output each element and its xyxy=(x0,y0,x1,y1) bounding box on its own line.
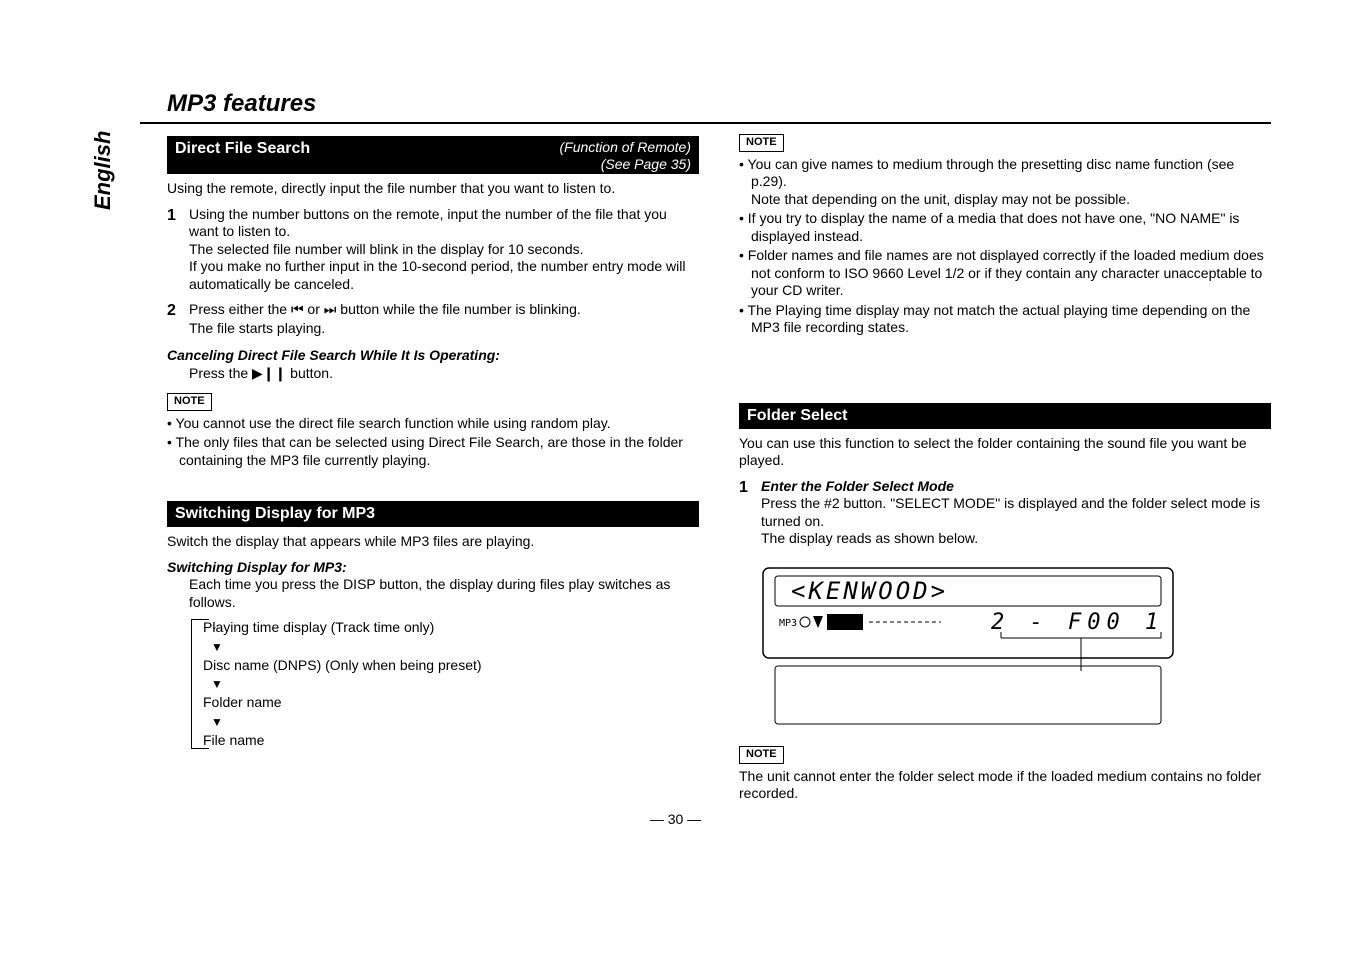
arrow-down-icon: ▼ xyxy=(211,716,699,728)
step-1-folder: 1 Enter the Folder Select Mode Press the… xyxy=(739,478,1271,548)
section-direct-file-search: Direct File Search (Function of Remote) … xyxy=(167,136,699,174)
flow-item: Folder name xyxy=(203,694,699,712)
section-switching-display: Switching Display for MP3 xyxy=(167,501,699,527)
note-bullet: The only files that can be selected usin… xyxy=(167,434,699,469)
title-rule xyxy=(140,122,1271,124)
lcd-top-text: <KENWOOD> xyxy=(791,577,948,605)
step-number: 1 xyxy=(739,478,761,548)
step-1: 1 Using the number buttons on the remote… xyxy=(167,206,699,294)
note-label: NOTE xyxy=(167,393,212,411)
note-label: NOTE xyxy=(739,134,784,152)
step-1-line-b: The selected file number will blink in t… xyxy=(189,241,699,259)
text: Press either the xyxy=(189,301,291,317)
section1-notes: You cannot use the direct file search fu… xyxy=(167,415,699,470)
text: button. xyxy=(286,365,333,381)
step-line-b: The display reads as shown below. xyxy=(761,530,1271,548)
section1-intro: Using the remote, directly input the fil… xyxy=(167,180,699,198)
lcd-display-illustration: <KENWOOD> MP3 2 - F00 1 xyxy=(761,566,1181,736)
text: or xyxy=(304,301,324,317)
arrow-down-icon: ▼ xyxy=(211,678,699,690)
arrow-down-icon: ↓ xyxy=(211,617,218,633)
arrow-down-icon: ▼ xyxy=(211,641,699,653)
next-track-icon: ⏭ xyxy=(324,302,337,318)
cancel-body: Press the ▶❙❙ button. xyxy=(189,365,699,384)
section-folder-select: Folder Select xyxy=(739,403,1271,429)
cancel-heading: Canceling Direct File Search While It Is… xyxy=(167,347,699,365)
step-number: 1 xyxy=(167,206,189,294)
page-number: — 30 — xyxy=(80,811,1271,827)
section3-intro: You can use this function to select the … xyxy=(739,435,1271,470)
step-heading: Enter the Folder Select Mode xyxy=(761,478,1271,496)
step-2-line-a: Press either the ⏮ or ⏭ button while the… xyxy=(189,301,699,320)
step-number: 2 xyxy=(167,301,189,337)
left-column: Direct File Search (Function of Remote) … xyxy=(167,130,699,803)
step-1-line-a: Using the number buttons on the remote, … xyxy=(189,206,699,241)
see-page-label: (See Page 35) xyxy=(601,156,691,174)
right-notes: You can give names to medium through the… xyxy=(739,156,1271,337)
lcd-mp3-label: MP3 xyxy=(779,618,797,629)
page-title: MP3 features xyxy=(167,90,1271,118)
switching-body: Each time you press the DISP button, the… xyxy=(189,576,699,611)
switching-subhead: Switching Display for MP3: xyxy=(167,559,699,577)
step-1-line-c: If you make no further input in the 10-s… xyxy=(189,258,699,293)
flow-item: Playing time display (Track time only) xyxy=(203,619,699,637)
prev-track-icon: ⏮ xyxy=(291,302,304,318)
step-line-a: Press the #2 button. "SELECT MODE" is di… xyxy=(761,495,1271,530)
note-bullet: Folder names and file names are not disp… xyxy=(739,247,1271,300)
note-label: NOTE xyxy=(739,746,784,764)
flow-item: Disc name (DNPS) (Only when being preset… xyxy=(203,657,699,675)
folder-select-note-text: The unit cannot enter the folder select … xyxy=(739,768,1271,803)
section-title: Direct File Search xyxy=(175,140,310,157)
note-bullet: The Playing time display may not match t… xyxy=(739,302,1271,337)
text: button while the file number is blinking… xyxy=(336,301,580,317)
note-bullet: You cannot use the direct file search fu… xyxy=(167,415,699,433)
function-of-remote-label: (Function of Remote) xyxy=(560,139,692,157)
section2-intro: Switch the display that appears while MP… xyxy=(167,533,699,551)
play-pause-icon: ▶❙❙ xyxy=(252,366,286,382)
note-bullet: You can give names to medium through the… xyxy=(739,156,1271,209)
right-column: NOTE You can give names to medium throug… xyxy=(739,130,1271,803)
flow-item: File name xyxy=(203,732,699,750)
display-flow: ↓ Playing time display (Track time only)… xyxy=(189,619,699,749)
lcd-bottom-text: 2 - F00 1 xyxy=(991,610,1164,635)
section-title: Switching Display for MP3 xyxy=(175,505,375,522)
step-2: 2 Press either the ⏮ or ⏭ button while t… xyxy=(167,301,699,337)
step-2-line-b: The file starts playing. xyxy=(189,320,699,338)
section-title: Folder Select xyxy=(747,407,847,424)
note-bullet: If you try to display the name of a medi… xyxy=(739,210,1271,245)
text: Press the xyxy=(189,365,252,381)
language-label: English xyxy=(90,131,116,210)
